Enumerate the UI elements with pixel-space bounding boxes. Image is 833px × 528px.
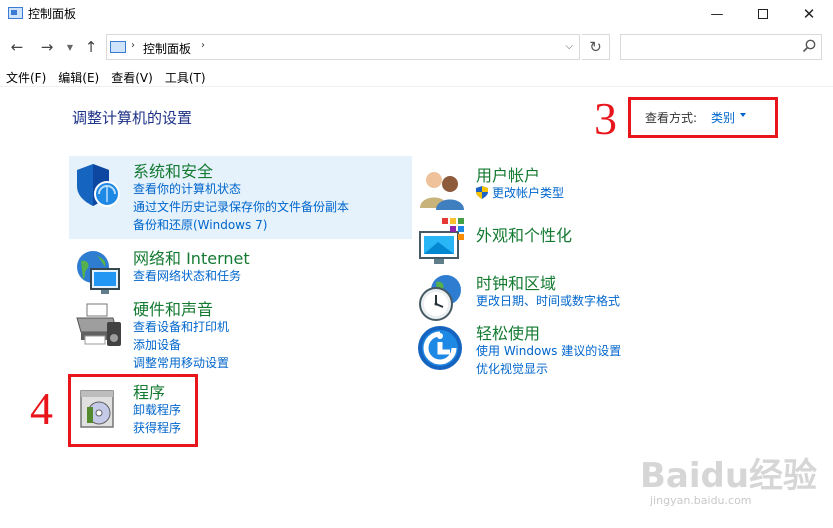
uac-shield-icon <box>476 186 488 199</box>
link-file-history[interactable]: 通过文件历史记录保存你的文件备份副本 <box>133 198 349 216</box>
maximize-button[interactable] <box>740 0 786 28</box>
breadcrumb-separator-icon[interactable]: › <box>131 40 135 51</box>
link-optimize-display[interactable]: 优化视觉显示 <box>476 360 621 378</box>
category-links: 卸载程序 获得程序 <box>133 401 181 437</box>
shield-icon <box>77 164 120 207</box>
navigation-bar: ← → ▼ ↑ › 控制面板 › ⌵ ↻ <box>0 32 833 62</box>
category-system-security[interactable]: 系统和安全 查看你的计算机状态 通过文件历史记录保存你的文件备份副本 备份和还原… <box>69 156 412 239</box>
category-links: 更改日期、时间或数字格式 <box>476 292 620 310</box>
category-title[interactable]: 外观和个性化 <box>476 222 572 246</box>
ease-of-access-icon <box>418 326 462 370</box>
watermark-url: jingyan.baidu.com <box>650 494 752 507</box>
link-label[interactable]: 更改帐户类型 <box>492 186 564 200</box>
address-dropdown-icon[interactable]: ⌵ <box>565 41 573 52</box>
category-title[interactable]: 轻松使用 <box>476 320 540 344</box>
link-change-date-time[interactable]: 更改日期、时间或数字格式 <box>476 292 620 310</box>
annotation-number-3: 3 <box>594 93 617 144</box>
programs-disc-icon <box>80 390 114 428</box>
link-devices-printers[interactable]: 查看设备和打印机 <box>133 318 229 336</box>
category-ease-of-access[interactable]: 轻松使用 使用 Windows 建议的设置 优化视觉显示 <box>412 318 755 378</box>
search-input[interactable] <box>620 34 822 60</box>
category-title[interactable]: 硬件和声音 <box>133 296 213 320</box>
forward-button[interactable]: → <box>38 37 56 57</box>
control-panel-icon <box>110 41 126 53</box>
category-title[interactable]: 程序 <box>133 379 165 403</box>
link-view-computer-status[interactable]: 查看你的计算机状态 <box>133 180 349 198</box>
breadcrumb-separator-icon[interactable]: › <box>201 40 205 51</box>
minimize-button[interactable]: — <box>694 0 740 28</box>
title-bar: 控制面板 — ✕ <box>0 0 833 28</box>
category-links: 查看设备和打印机 添加设备 调整常用移动设置 <box>133 318 229 372</box>
category-title[interactable]: 网络和 Internet <box>133 245 250 269</box>
link-backup-restore[interactable]: 备份和还原(Windows 7) <box>133 216 349 234</box>
monitor-color-icon <box>419 218 464 264</box>
link-mobility-settings[interactable]: 调整常用移动设置 <box>133 354 229 372</box>
category-programs[interactable]: 程序 卸载程序 获得程序 <box>69 377 194 441</box>
page-title: 调整计算机的设置 <box>72 109 193 127</box>
category-clock-region[interactable]: 时钟和区域 更改日期、时间或数字格式 <box>412 268 755 321</box>
control-panel-icon <box>8 7 23 19</box>
category-title[interactable]: 系统和安全 <box>133 158 213 182</box>
category-title[interactable]: 用户帐户 <box>476 162 540 186</box>
category-links: 查看网络状态和任务 <box>133 267 241 285</box>
category-links: 使用 Windows 建议的设置 优化视觉显示 <box>476 342 621 378</box>
network-globe-icon <box>77 251 120 294</box>
refresh-button[interactable]: ↻ <box>582 34 610 60</box>
link-change-account-type[interactable]: 更改帐户类型 <box>476 184 564 202</box>
printer-icon <box>76 303 121 346</box>
menu-bar: 文件(F) 编辑(E) 查看(V) 工具(T) <box>0 67 833 87</box>
users-icon <box>420 172 464 210</box>
menu-edit[interactable]: 编辑(E) <box>52 67 105 86</box>
category-user-accounts[interactable]: 用户帐户 更改帐户类型 <box>412 160 755 210</box>
close-button[interactable]: ✕ <box>786 0 832 28</box>
maximize-icon <box>758 9 768 19</box>
category-network-internet[interactable]: 网络和 Internet 查看网络状态和任务 <box>69 243 412 294</box>
annotation-number-4: 4 <box>30 383 53 434</box>
address-bar[interactable]: › 控制面板 › ⌵ <box>106 34 580 60</box>
menu-file[interactable]: 文件(F) <box>0 67 52 86</box>
up-button[interactable]: ↑ <box>82 37 100 57</box>
category-links: 更改帐户类型 <box>476 184 564 202</box>
back-button[interactable]: ← <box>8 37 26 57</box>
window-title: 控制面板 <box>28 7 77 21</box>
watermark-text: Baidu经验 <box>640 456 818 496</box>
category-links: 查看你的计算机状态 通过文件历史记录保存你的文件备份副本 备份和还原(Windo… <box>133 180 349 234</box>
clock-globe-icon <box>419 275 461 321</box>
category-appearance[interactable]: 外观和个性化 <box>412 212 755 264</box>
link-recommended-settings[interactable]: 使用 Windows 建议的设置 <box>476 342 621 360</box>
recent-locations-dropdown[interactable]: ▼ <box>64 37 76 57</box>
link-uninstall-program[interactable]: 卸载程序 <box>133 401 181 419</box>
link-add-device[interactable]: 添加设备 <box>133 336 229 354</box>
annotation-box-view-by <box>628 97 778 138</box>
category-title[interactable]: 时钟和区域 <box>476 270 556 294</box>
baidu-watermark: Baidu经验 jingyan.baidu.com <box>640 438 830 508</box>
link-network-status[interactable]: 查看网络状态和任务 <box>133 267 241 285</box>
breadcrumb-control-panel[interactable]: 控制面板 <box>143 40 191 57</box>
menu-view[interactable]: 查看(V) <box>105 67 159 86</box>
category-hardware-sound[interactable]: 硬件和声音 查看设备和打印机 添加设备 调整常用移动设置 <box>69 294 412 370</box>
menu-tools[interactable]: 工具(T) <box>159 67 212 86</box>
link-get-programs[interactable]: 获得程序 <box>133 419 181 437</box>
search-icon[interactable] <box>801 38 817 54</box>
